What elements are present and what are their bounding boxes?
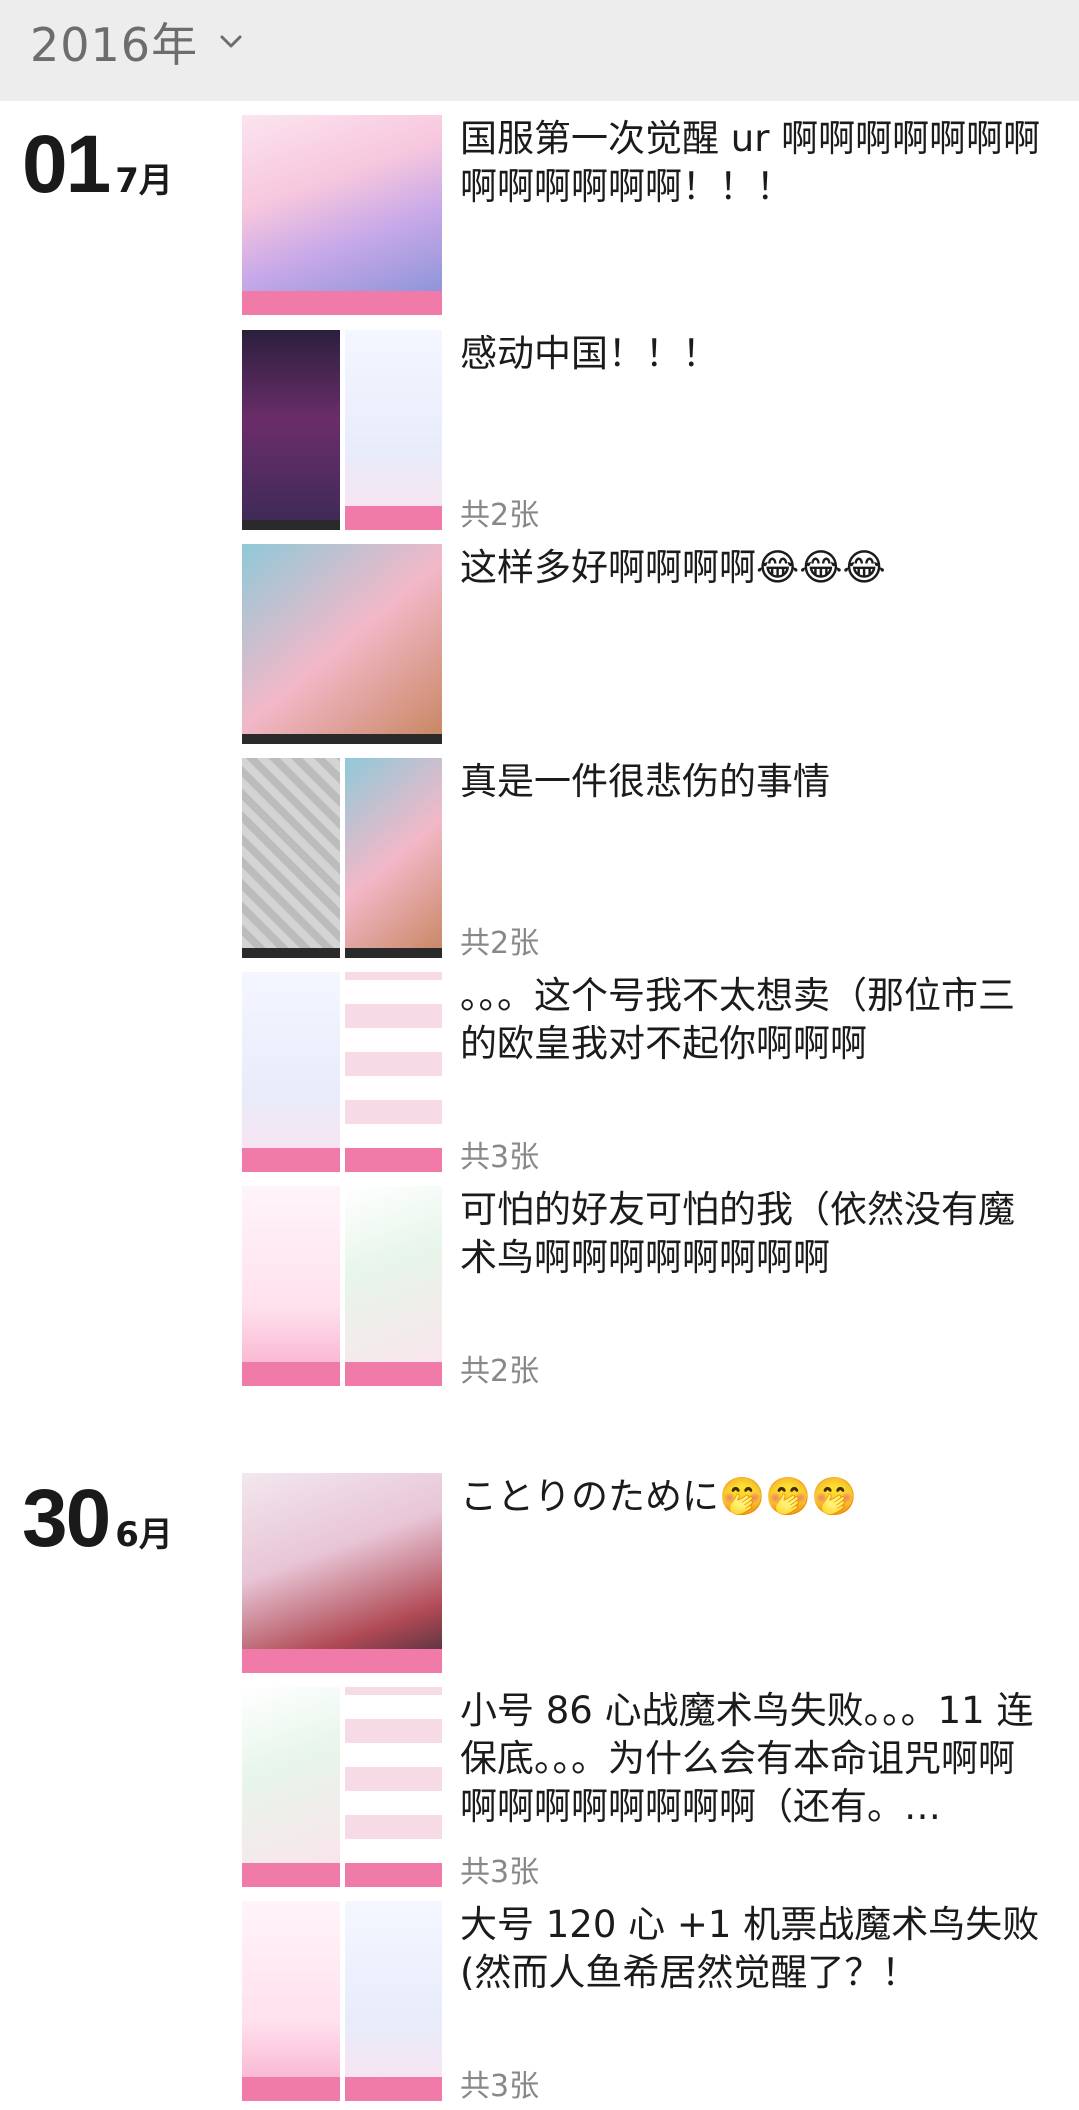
post-text: 。。。这个号我不太想卖（那位市三的欧皇我对不起你啊啊啊 [460, 974, 1015, 1065]
post-thumbnail [242, 115, 442, 315]
date-month: 6月 [115, 1515, 173, 1555]
screenshot-image [344, 1186, 442, 1386]
screenshot-image [242, 544, 442, 744]
post-thumbnail [242, 1473, 442, 1673]
post-text: 感动中国！！！ [460, 332, 719, 375]
screenshot-image [344, 330, 442, 530]
post-item[interactable]: 感动中国！！！ 共2张 [242, 330, 1052, 533]
screenshot-image [344, 1687, 442, 1887]
date-label: 01 7月 [22, 124, 173, 206]
post-thumbnail [242, 1687, 442, 1887]
screenshot-image [344, 758, 442, 958]
post-thumbnail [242, 544, 442, 744]
post-item[interactable]: 国服第一次觉醒 ur 啊啊啊啊啊啊啊啊啊啊啊啊啊！！！ [242, 115, 1052, 315]
date-day: 30 [22, 1473, 111, 1564]
post-item[interactable]: 可怕的好友可怕的我（依然没有魔术鸟啊啊啊啊啊啊啊啊 共2张 [242, 1186, 1052, 1389]
post-text: 这样多好啊啊啊啊😂😂😂 [460, 546, 886, 589]
year-header: 2016年 [0, 0, 1079, 101]
photo-count: 共2张 [460, 926, 540, 961]
post-item[interactable]: 真是一件很悲伤的事情 共2张 [242, 758, 1052, 961]
photo-count: 共3张 [460, 1140, 540, 1175]
post-thumbnail [242, 1901, 442, 2101]
post-item[interactable]: 大号 120 心 +1 机票战魔术鸟失败(然而人鱼希居然觉醒了？！ 共3张 [242, 1901, 1052, 2104]
screenshot-image [242, 115, 442, 315]
screenshot-image [242, 330, 340, 530]
date-label: 30 6月 [22, 1478, 173, 1560]
post-thumbnail [242, 1186, 442, 1386]
chevron-down-icon [220, 35, 242, 48]
post-item[interactable]: 这样多好啊啊啊啊😂😂😂 [242, 544, 1052, 744]
screenshot-image [242, 1687, 340, 1887]
post-text: 小号 86 心战魔术鸟失败。。。11 连保底。。。为什么会有本命诅咒啊啊啊啊啊啊… [460, 1689, 1034, 1828]
screenshot-image [242, 972, 340, 1172]
screenshot-image [242, 1473, 442, 1673]
year-selector[interactable]: 2016年 [30, 12, 246, 72]
screenshot-image [242, 1901, 340, 2101]
post-thumbnail [242, 330, 442, 530]
photo-count: 共2张 [460, 498, 540, 533]
post-item[interactable]: 小号 86 心战魔术鸟失败。。。11 连保底。。。为什么会有本命诅咒啊啊啊啊啊啊… [242, 1687, 1052, 1890]
screenshot-image [344, 1901, 442, 2101]
post-item[interactable]: ことりのために🤭🤭🤭 [242, 1473, 1052, 1673]
post-text: 国服第一次觉醒 ur 啊啊啊啊啊啊啊啊啊啊啊啊啊！！！ [460, 117, 1041, 208]
date-day: 01 [22, 119, 111, 210]
post-text: ことりのために🤭🤭🤭 [460, 1475, 858, 1518]
post-thumbnail [242, 972, 442, 1172]
post-text: 可怕的好友可怕的我（依然没有魔术鸟啊啊啊啊啊啊啊啊 [460, 1188, 1015, 1279]
screenshot-image [242, 758, 340, 958]
post-item[interactable]: 。。。这个号我不太想卖（那位市三的欧皇我对不起你啊啊啊 共3张 [242, 972, 1052, 1175]
date-month: 7月 [115, 161, 173, 201]
post-text: 真是一件很悲伤的事情 [460, 760, 830, 803]
post-text: 大号 120 心 +1 机票战魔术鸟失败(然而人鱼希居然觉醒了？！ [460, 1903, 1040, 1994]
year-label: 2016年 [30, 18, 199, 72]
photo-count: 共3张 [460, 1855, 540, 1890]
photo-count: 共3张 [460, 2069, 540, 2104]
screenshot-image [242, 1186, 340, 1386]
photo-count: 共2张 [460, 1354, 540, 1389]
screenshot-image [344, 972, 442, 1172]
post-thumbnail [242, 758, 442, 958]
